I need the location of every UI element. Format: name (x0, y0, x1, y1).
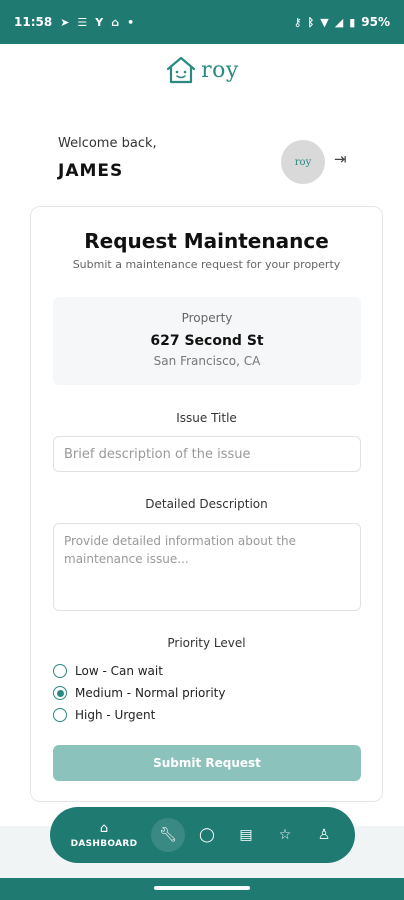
avatar[interactable]: roy (281, 140, 325, 184)
user-name: JAMES (58, 161, 124, 181)
issue-title-input[interactable] (53, 436, 361, 472)
wifi-icon: Y (95, 15, 104, 29)
bluetooth-icon: ᛒ (307, 15, 315, 29)
gesture-bar (0, 878, 404, 900)
maintenance-card: Request Maintenance Submit a maintenance… (30, 206, 383, 802)
logout-icon[interactable]: ⇥ (334, 150, 347, 168)
home-icon: ⌂ (111, 15, 120, 29)
house-logo-icon (167, 56, 196, 84)
priority-option-label: Medium - Normal priority (75, 686, 226, 700)
person-icon[interactable]: ♙ (307, 818, 341, 852)
document-icon[interactable]: ▤ (229, 818, 263, 852)
wifi-icon: ▼ (320, 15, 329, 29)
issue-title-label: Issue Title (176, 411, 237, 425)
submit-request-button[interactable]: Submit Request (53, 745, 361, 781)
property-box: Property 627 Second St San Francisco, CA (53, 297, 361, 385)
priority-option-low[interactable]: Low - Can wait (53, 664, 163, 678)
radio-button[interactable] (53, 664, 67, 678)
cell-signal-icon: ◢ (334, 15, 344, 29)
welcome-label: Welcome back, (58, 136, 157, 151)
home-icon: ⌂ (99, 821, 109, 836)
dot-icon: • (127, 15, 135, 29)
chat-icon[interactable]: ◯ (190, 818, 224, 852)
page-subtitle: Submit a maintenance request for your pr… (72, 258, 341, 271)
battery-icon: ▮ (349, 15, 356, 29)
property-address: 627 Second St (150, 333, 264, 349)
radio-button[interactable] (53, 686, 67, 700)
telegram-icon: ➤ (60, 15, 70, 29)
priority-option-label: High - Urgent (75, 708, 156, 722)
battery-percent: 95% (361, 15, 390, 29)
priority-option-label: Low - Can wait (75, 664, 163, 678)
priority-option-medium[interactable]: Medium - Normal priority (53, 686, 225, 700)
priority-label: Priority Level (167, 636, 246, 650)
radio-dot (56, 689, 64, 697)
property-label: Property (181, 311, 233, 325)
signal-icon: ☰ (77, 15, 88, 29)
nav-dashboard-label: DASHBOARD (70, 839, 138, 849)
page-title: Request Maintenance (84, 229, 329, 253)
home-gesture-pill[interactable] (154, 886, 250, 890)
radio-button[interactable] (53, 708, 67, 722)
description-label: Detailed Description (145, 497, 268, 511)
logo-text: roy (201, 57, 239, 83)
star-icon[interactable]: ☆ (268, 818, 302, 852)
nav-item-dashboard[interactable]: ⌂ DASHBOARD (62, 821, 146, 849)
priority-option-high[interactable]: High - Urgent (53, 708, 155, 722)
status-time: 11:58 (14, 15, 53, 29)
property-city: San Francisco, CA (153, 354, 261, 368)
app-logo: roy (0, 54, 404, 86)
wrench-icon[interactable]: 🔧︎ (151, 818, 185, 852)
description-textarea[interactable] (53, 523, 361, 611)
status-bar: 11:58 ➤ ☰ Y ⌂ • ⚷ ᛒ ▼ ◢ ▮ 95% (0, 0, 404, 44)
avatar-text: roy (294, 156, 312, 168)
welcome-block: Welcome back, JAMES (58, 136, 157, 181)
bottom-nav: ⌂ DASHBOARD 🔧︎ ◯ ▤ ☆ ♙ (50, 807, 355, 863)
key-icon: ⚷ (293, 15, 302, 29)
